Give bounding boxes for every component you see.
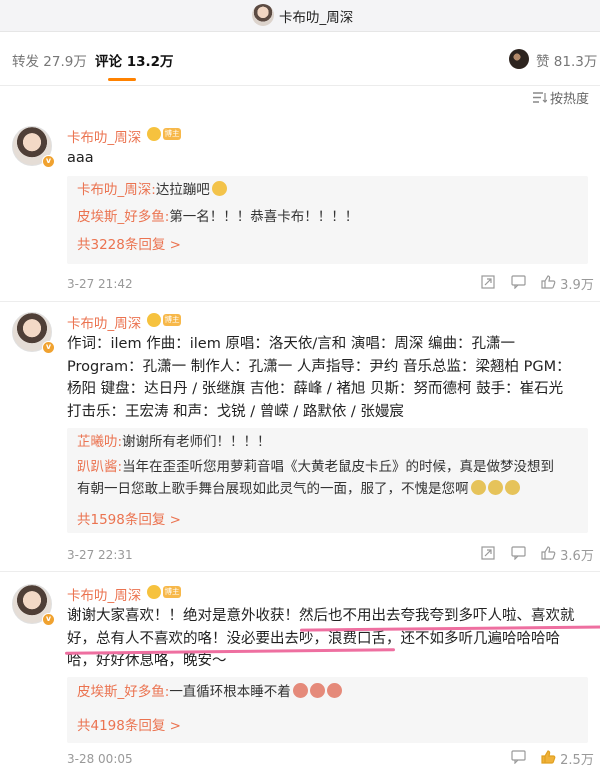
like-button[interactable]: 3.6万 [541,545,594,564]
cat-emoji-icon [211,181,227,196]
comment-text: aaa [67,150,94,166]
thumbs-up-icon [541,546,556,560]
active-tab-indicator [108,78,136,81]
doge-emoji-icon [504,480,520,495]
comment-time: 3-27 22:31 [67,548,133,562]
comment-item: v 卡布叻_周深 博主 aaa 卡布叻_周深:达拉蹦吧 皮埃斯_好多鱼:第一名！… [0,118,600,302]
comment-username[interactable]: 卡布叻_周深 [67,126,141,146]
author-badge: 博主 [163,128,181,140]
reply-username[interactable]: 皮埃斯_好多鱼: [77,209,169,225]
top-bar: 卡布叻_周深 [0,0,600,32]
reply-username[interactable]: 芷曦叻: [77,434,122,450]
crown-icon [147,313,161,327]
thumbs-up-icon [541,750,556,764]
like-count: 2.5万 [560,753,594,768]
reply-item: 皮埃斯_好多鱼:第一名！！！恭喜卡布！！！！ [77,209,359,225]
view-replies-link[interactable]: 共1598条回复 > [77,508,181,528]
reply-box: 卡布叻_周深:达拉蹦吧 皮埃斯_好多鱼:第一名！！！恭喜卡布！！！！ 共3228… [67,176,588,264]
header-avatar[interactable] [252,4,274,26]
like-count: 3.9万 [560,278,594,293]
reply-username[interactable]: 趴趴酱: [77,459,122,475]
verified-badge-icon: v [42,155,55,168]
tab-repost[interactable]: 转发 27.9万 [12,50,87,70]
reply-item: 皮埃斯_好多鱼:一直循环根本睡不着 [77,681,342,703]
comment-icon[interactable] [511,750,526,768]
reply-item: 有朝一日您敢上歌手舞台展现如此灵气的一面，服了，不愧是您啊 [77,478,520,500]
share-icon[interactable] [481,546,495,564]
tab-bar: 转发 27.9万 评论 13.2万 赞 81.3万 [0,32,600,86]
reply-username[interactable]: 卡布叻_周深: [77,182,156,198]
liker-avatar [509,49,529,69]
comment-item: v 卡布叻_周深 博主 作词：ilem 作曲：ilem 原唱：洛天依/言和 演唱… [0,302,600,572]
reply-box: 皮埃斯_好多鱼:一直循环根本睡不着 共4198条回复 > [67,677,588,743]
view-replies-link[interactable]: 共3228条回复 > [77,233,181,253]
sort-label: 按热度 [550,92,590,107]
comment-icon[interactable] [511,546,526,564]
tab-comment[interactable]: 评论 13.2万 [95,50,174,70]
verified-badge-icon: v [42,341,55,354]
sort-icon [533,92,548,107]
thumbs-up-icon [541,275,556,289]
author-badge: 博主 [163,314,181,326]
crown-icon [147,585,161,599]
reply-item: 趴趴酱:当年在歪歪听您用萝莉音唱《大黄老鼠皮卡丘》的时候，真是做梦没想到 [77,459,555,475]
reply-box: 芷曦叻:谢谢所有老师们！！！！ 趴趴酱:当年在歪歪听您用萝莉音唱《大黄老鼠皮卡丘… [67,428,588,533]
comment-item: v 卡布叻_周深 博主 谢谢大家喜欢！！绝对是意外收获！然后也不用出去夸我夸到多… [0,572,600,773]
reply-item: 芷曦叻:谢谢所有老师们！！！！ [77,434,271,450]
crown-icon [147,127,161,141]
reply-item: 卡布叻_周深:达拉蹦吧 [77,179,227,201]
sort-by-hot-button[interactable]: 按热度 [533,88,589,107]
reply-username[interactable]: 皮埃斯_好多鱼: [77,684,169,700]
doge-emoji-icon [487,480,503,495]
tab-like[interactable]: 赞 81.3万 [536,50,597,70]
crying-emoji-icon [309,683,325,698]
crying-emoji-icon [326,683,342,698]
comment-time: 3-27 21:42 [67,277,133,291]
comment-text: 作词：ilem 作曲：ilem 原唱：洛天依/言和 演唱：周深 编曲：孔潇一 P… [67,336,571,420]
author-badge: 博主 [163,586,181,598]
header-title: 卡布叻_周深 [279,10,354,26]
comment-username[interactable]: 卡布叻_周深 [67,312,141,332]
verified-badge-icon: v [42,613,55,626]
comment-text: 谢谢大家喜欢！！绝对是意外收获！然后也不用出去夸我夸到多吓人啦、喜欢就 好，总有… [67,608,575,669]
comment-time: 3-28 00:05 [67,752,133,766]
crying-emoji-icon [292,683,308,698]
doge-emoji-icon [470,480,486,495]
like-button[interactable]: 2.5万 [541,749,594,768]
like-count: 3.6万 [560,549,594,564]
comment-icon[interactable] [511,275,526,293]
comment-username[interactable]: 卡布叻_周深 [67,584,141,604]
like-button[interactable]: 3.9万 [541,274,594,293]
share-icon[interactable] [481,275,495,293]
view-replies-link[interactable]: 共4198条回复 > [77,714,181,734]
